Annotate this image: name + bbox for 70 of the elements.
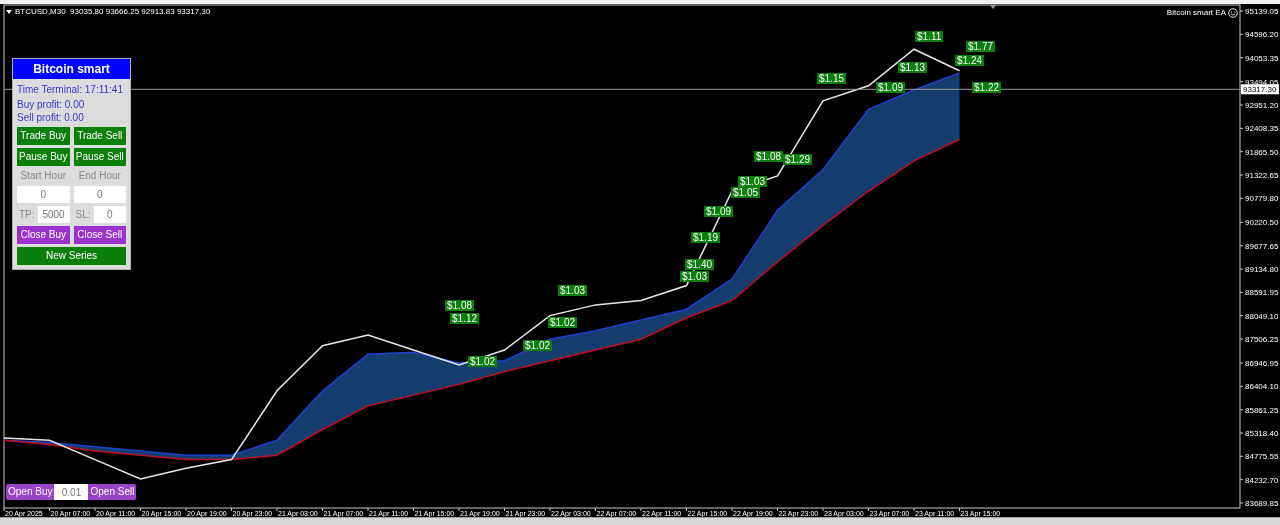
price-axis-label: 91322.65 (1245, 171, 1279, 180)
price-axis-label: 86404.10 (1245, 382, 1279, 392)
open-buy-button[interactable]: Open Buy (6, 484, 55, 500)
profit-tag: $1.13 (898, 62, 928, 73)
price-axis-label: 86946.95 (1245, 359, 1279, 368)
current-price-label: 93317.30 (1243, 85, 1277, 95)
profit-tag: $1.77 (966, 41, 996, 52)
lot-field[interactable]: 0.01 (54, 484, 89, 500)
profit-tag: $1.11 (915, 31, 944, 42)
profit-tag: $1.22 (972, 82, 1002, 93)
panel-info-text: Buy profit: 0.00 (17, 98, 86, 111)
panel-button[interactable]: Close Buy (17, 226, 70, 244)
price-axis-label: 94596.20 (1245, 30, 1279, 40)
profit-tag: $1.02 (523, 340, 553, 351)
expert-name: Bitcoin smart EA (1166, 7, 1226, 19)
profit-tag: $1.40 (685, 259, 715, 270)
price-axis-label: 90220.50 (1245, 218, 1279, 228)
value-field[interactable]: 0 (93, 206, 126, 223)
profit-tag: $1.09 (876, 82, 906, 93)
dropdown-icon[interactable] (6, 9, 12, 15)
profit-tag: $1.05 (731, 187, 761, 198)
price-axis-label: 84232.70 (1245, 475, 1279, 485)
panel-button[interactable]: Trade Buy (17, 127, 70, 145)
panel-button[interactable]: Close Sell (73, 226, 126, 244)
profit-tag: $1.03 (680, 271, 710, 282)
panel-info-text: Sell profit: 0.00 (17, 111, 85, 124)
symbol-header: BTCUSD,M30 93035.80 93666.25 92913.83 93317.30 (15, 6, 211, 18)
panel-button[interactable]: Pause Buy (17, 148, 70, 166)
panel-button[interactable]: Pause Sell (73, 148, 126, 166)
panel-button[interactable]: New Series (17, 247, 126, 265)
field-caption: Start Hour (19, 169, 68, 183)
price-axis-label: 92408.35 (1245, 124, 1279, 134)
price-axis-label: 89134.80 (1245, 265, 1279, 274)
price-axis-label: 85861.25 (1245, 405, 1279, 415)
price-axis-label: 88591.95 (1245, 288, 1279, 298)
panel-info-text: Time Terminal: 17:11:41 (17, 83, 124, 96)
profit-tag: $1.03 (738, 176, 768, 187)
smiley-icon[interactable] (1228, 8, 1238, 18)
field-label: TP: (18, 208, 35, 222)
price-axis-label: 88049.10 (1245, 311, 1279, 321)
profit-tag: $1.15 (817, 73, 847, 84)
profit-tag: $1.12 (450, 313, 480, 324)
field-caption: End Hour (77, 169, 122, 183)
profit-tag: $1.08 (445, 300, 475, 311)
profit-tag: $1.08 (754, 151, 784, 162)
price-axis-label: 92951.20 (1245, 101, 1279, 110)
price-axis-label: 89677.65 (1245, 241, 1279, 251)
price-axis-label: 94053.35 (1245, 53, 1279, 63)
price-axis-label: 90779.80 (1245, 194, 1279, 204)
shift-marker-icon (990, 5, 996, 9)
price-axis-label: 87506.25 (1245, 335, 1279, 344)
profit-tag: $1.02 (468, 356, 498, 367)
profit-tag: $1.03 (558, 285, 588, 296)
price-axis-label: 85318.40 (1245, 429, 1279, 438)
value-field[interactable]: 5000 (37, 206, 70, 223)
panel-button[interactable]: Trade Sell (73, 127, 126, 145)
price-axis-label: 84775.55 (1245, 452, 1279, 462)
panel-title: Bitcoin smart (13, 59, 130, 79)
price-axis-label: 91865.50 (1245, 147, 1279, 157)
profit-tag: $1.29 (783, 154, 813, 165)
field-label: SL: (74, 208, 91, 222)
price-axis-label: 95139.05 (1245, 7, 1279, 16)
profit-tag: $1.09 (704, 206, 734, 217)
price-axis-label: 83689.85 (1245, 499, 1279, 508)
hour-field[interactable]: 0 (17, 186, 70, 203)
profit-tag: $1.02 (548, 317, 578, 328)
hour-field[interactable]: 0 (73, 186, 126, 203)
profit-tag: $1.19 (691, 232, 721, 243)
open-sell-button[interactable]: Open Sell (88, 484, 137, 500)
profit-tag: $1.24 (955, 55, 985, 66)
